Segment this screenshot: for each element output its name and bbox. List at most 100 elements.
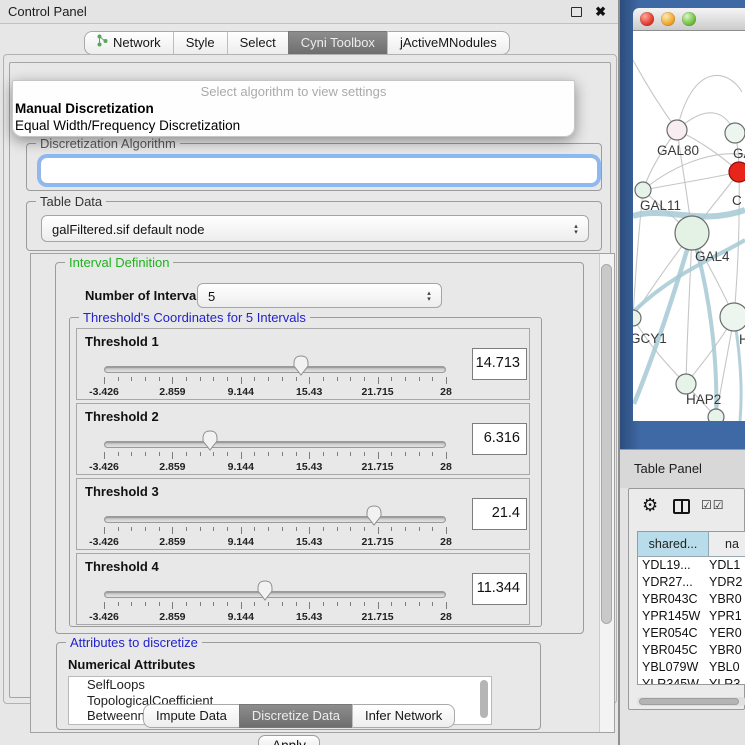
table-hscrollbar-track[interactable] [637, 697, 745, 706]
list-scrollbar[interactable] [480, 680, 488, 718]
slider-tick [159, 602, 160, 606]
table-hscrollbar-thumb[interactable] [639, 698, 739, 705]
cell-name[interactable]: YPR1 [709, 608, 745, 625]
cell-name[interactable]: YLR3 [709, 676, 745, 685]
slider-tick [378, 602, 379, 609]
table-data-group-title: Table Data [36, 194, 106, 209]
slider-tick [104, 377, 105, 384]
cell-shared-name[interactable]: YBR045C [638, 642, 709, 659]
table-data-combobox[interactable]: galFiltered.sif default node ▴ ▾ [41, 215, 589, 242]
close-icon[interactable]: ✖ [595, 0, 606, 24]
threshold-slider-track[interactable] [104, 366, 446, 373]
cell-name[interactable]: YBL0 [709, 659, 745, 676]
cell-shared-name[interactable]: YDR27... [638, 574, 709, 591]
table-row[interactable]: YPR145WYPR1 [638, 608, 745, 625]
tab-discretize-data[interactable]: Discretize Data [239, 704, 352, 728]
network-window-titlebar[interactable] [633, 8, 745, 31]
apply-button[interactable]: Apply [258, 735, 320, 745]
slider-tick [200, 527, 201, 531]
tab-style[interactable]: Style [173, 31, 227, 55]
threshold-slider-track[interactable] [104, 441, 446, 448]
settings-scrollbar-track[interactable] [599, 254, 614, 732]
minimize-traffic-light-icon[interactable] [661, 12, 675, 26]
threshold-value-field[interactable]: 14.713 [472, 348, 527, 380]
dropdown-option-equal-width[interactable]: Equal Width/Frequency Discretization [13, 117, 574, 134]
threshold-4-panel: Threshold 4 11.344 -3.4262.8599.14415.43… [76, 553, 530, 625]
slider-axis-label: 9.144 [228, 611, 254, 623]
cell-name[interactable]: YBR0 [709, 642, 745, 659]
threshold-value-field[interactable]: 21.4 [472, 498, 527, 530]
cell-shared-name[interactable]: YBL079W [638, 659, 709, 676]
table-row[interactable]: YBR045CYBR0 [638, 642, 745, 659]
algorithm-group-title: Discretization Algorithm [36, 136, 180, 151]
slider-tick [391, 377, 392, 381]
threshold-slider-thumb[interactable] [256, 580, 274, 606]
tab-impute-data[interactable]: Impute Data [143, 704, 239, 728]
cell-shared-name[interactable]: YPR145W [638, 608, 709, 625]
threshold-slider-thumb[interactable] [292, 355, 310, 381]
algorithm-combobox[interactable] [40, 157, 598, 184]
slider-tick [364, 377, 365, 381]
cell-shared-name[interactable]: YDL19... [638, 557, 709, 574]
cell-shared-name[interactable]: YBR043C [638, 591, 709, 608]
gear-icon[interactable]: ⚙ [642, 495, 658, 516]
table-row[interactable]: YDR27...YDR2 [638, 574, 745, 591]
split-columns-icon[interactable] [673, 499, 690, 514]
threshold-value-field[interactable]: 6.316 [472, 423, 527, 455]
slider-tick [323, 527, 324, 531]
slider-tick [172, 377, 173, 384]
table-row[interactable]: YLR345WYLR3 [638, 676, 745, 685]
threshold-slider-thumb[interactable] [201, 430, 219, 456]
slider-tick [159, 377, 160, 381]
list-item[interactable]: SelfLoops [69, 677, 491, 693]
zoom-traffic-light-icon[interactable] [682, 12, 696, 26]
checkbox-icons[interactable]: ☑☑ [701, 498, 725, 512]
tab-infer-network[interactable]: Infer Network [352, 704, 455, 728]
tab-jactivemnodules[interactable]: jActiveMNodules [387, 31, 510, 55]
number-of-intervals-combobox[interactable]: 5 ▴ ▾ [197, 283, 442, 308]
cell-shared-name[interactable]: YLR345W [638, 676, 709, 685]
slider-axis-label: 15.43 [296, 611, 322, 623]
slider-tick [118, 377, 119, 381]
column-header-name[interactable]: na [709, 532, 745, 556]
threshold-slider-thumb[interactable] [365, 505, 383, 531]
slider-axis-label: 21.715 [362, 386, 394, 398]
settings-scrollbar-thumb[interactable] [601, 264, 612, 624]
slider-tick [405, 602, 406, 606]
table-row[interactable]: YDL19...YDL1 [638, 557, 745, 574]
slider-axis-label: 21.715 [362, 461, 394, 473]
cell-name[interactable]: YBR0 [709, 591, 745, 608]
slider-tick [405, 377, 406, 381]
slider-tick [254, 377, 255, 381]
network-view-canvas[interactable] [633, 31, 745, 421]
threshold-value-field[interactable]: 11.344 [472, 573, 527, 605]
cell-name[interactable]: YER0 [709, 625, 745, 642]
close-traffic-light-icon[interactable] [640, 12, 654, 26]
slider-tick [446, 377, 447, 384]
table-row[interactable]: YBR043CYBR0 [638, 591, 745, 608]
slider-tick [213, 602, 214, 606]
threshold-slider-track[interactable] [104, 591, 446, 598]
number-of-intervals-label: Number of Intervals [85, 288, 207, 303]
slider-axis-label: -3.426 [89, 611, 119, 623]
combobox-spinner-icon: ▴ ▾ [424, 285, 434, 308]
tab-cyni-toolbox[interactable]: Cyni Toolbox [288, 31, 387, 55]
cell-shared-name[interactable]: YER054C [638, 625, 709, 642]
attributes-group-title: Attributes to discretize [66, 635, 202, 650]
threshold-slider-track[interactable] [104, 516, 446, 523]
cell-name[interactable]: YDL1 [709, 557, 745, 574]
tab-network[interactable]: Network [84, 31, 173, 55]
tab-select[interactable]: Select [227, 31, 288, 55]
slider-tick [350, 527, 351, 531]
dropdown-option-manual[interactable]: Manual Discretization [13, 100, 574, 117]
float-window-icon[interactable] [571, 7, 582, 17]
slider-tick [391, 602, 392, 606]
slider-axis-label: 28 [440, 461, 452, 473]
table-row[interactable]: YBL079WYBL0 [638, 659, 745, 676]
slider-tick [446, 602, 447, 609]
cell-name[interactable]: YDR2 [709, 574, 745, 591]
tab-label: Discretize Data [252, 705, 340, 727]
tab-label: Impute Data [156, 705, 227, 727]
table-row[interactable]: YER054CYER0 [638, 625, 745, 642]
column-header-shared-name[interactable]: shared... [638, 532, 709, 556]
